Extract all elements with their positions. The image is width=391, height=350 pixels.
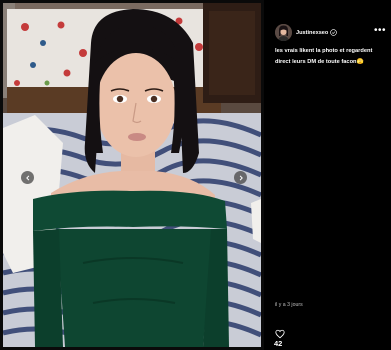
author-username[interactable]: Justinexseo — [296, 30, 328, 36]
post-sidebar: Justinexseo ••• les vrais likent la phot… — [264, 0, 391, 350]
avatar-image — [275, 24, 292, 41]
post-viewer: Justinexseo ••• les vrais likent la phot… — [0, 0, 391, 350]
chevron-right-icon — [239, 175, 243, 180]
post-timestamp: il y a 3 jours — [275, 302, 303, 308]
heart-icon — [275, 329, 285, 339]
post-photo-image — [3, 3, 261, 347]
previous-photo-button[interactable] — [21, 171, 34, 184]
post-author[interactable]: Justinexseo — [275, 24, 338, 41]
more-options-icon: ••• — [374, 25, 387, 36]
next-photo-button[interactable] — [234, 171, 247, 184]
avatar[interactable] — [275, 24, 292, 41]
post-photo — [3, 3, 261, 347]
like-button[interactable] — [275, 326, 285, 339]
like-count: 42 — [274, 339, 283, 348]
post-caption: les vrais likent la photo et regardent d… — [275, 48, 373, 65]
verified-badge-icon — [330, 29, 338, 36]
chevron-left-icon — [25, 175, 29, 180]
more-options-button[interactable]: ••• — [374, 25, 387, 36]
